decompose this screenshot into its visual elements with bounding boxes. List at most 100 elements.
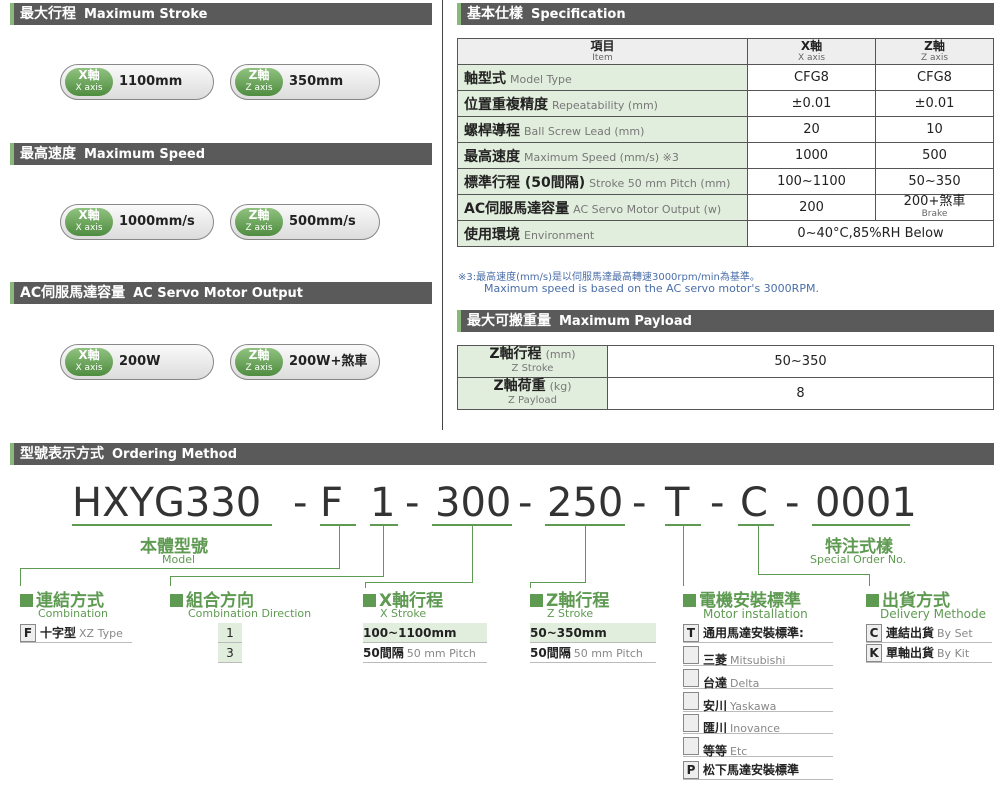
x-value: ±0.01 [747, 90, 876, 117]
option-cn: 匯川 [703, 721, 728, 735]
bullet-icon [20, 594, 33, 607]
row-item: Z軸行程 (mm) Z Stroke [457, 345, 608, 378]
code-dash: - [293, 480, 308, 526]
code-xstroke: 300 [435, 480, 512, 526]
row-item: 使用環境 Environment [457, 220, 748, 247]
item-en: Environment [524, 228, 595, 242]
row-item: Z軸荷重 (kg) Z Payload [457, 377, 608, 410]
code-comb: F [320, 480, 344, 526]
item-en: AC Servo Motor Output (w) [573, 202, 722, 216]
connector [365, 582, 473, 583]
badge-cn: Z軸 [248, 348, 270, 362]
item-en: Repeatability (mm) [552, 98, 658, 112]
option-cn: 100~1100mm [363, 626, 457, 640]
badge-cn: Z軸 [248, 68, 270, 82]
option-key [683, 646, 699, 664]
code-zstroke: 250 [547, 480, 624, 526]
x-value: 200 [747, 194, 876, 221]
option-key [683, 692, 699, 710]
table-row: Z軸荷重 (kg) Z Payload 8 [457, 377, 994, 410]
option-en: Yaskawa [730, 700, 777, 713]
z-value: 200+煞車 Brake [875, 193, 994, 221]
badge-en: X axis [75, 83, 103, 93]
badge-cn: Z軸 [248, 208, 270, 222]
col-en: Z axis [920, 52, 949, 63]
mi-option: P 松下馬達安裝標準 [683, 760, 833, 780]
x-speed-value: 1000mm/s [119, 214, 195, 229]
badge-en: X axis [75, 363, 103, 373]
spec-note-en: Maximum speed is based on the AC servo m… [484, 282, 819, 295]
header-en: Maximum Stroke [84, 7, 208, 22]
x-axis-badge: X軸 X axis [65, 348, 113, 376]
option-en: Etc [730, 745, 748, 758]
item-en: Maximum Speed (mm/s) ※3 [524, 150, 679, 164]
dir-option: 3 [218, 643, 242, 663]
col-x: X軸 X axis [747, 38, 876, 65]
connector [530, 582, 586, 583]
connector [758, 526, 759, 574]
section-header-payload: 最大可搬重量 Maximum Payload [457, 310, 994, 332]
connector [683, 526, 684, 586]
option-en: Inovance [730, 722, 780, 735]
connector [20, 568, 340, 569]
item-cn: 位置重複精度 [464, 96, 548, 113]
table-row: 最高速度 Maximum Speed (mm/s) ※3 1000 500 [457, 142, 994, 169]
table-row: 軸型式 Model Type CFG8 CFG8 [457, 64, 994, 91]
underline [72, 524, 272, 526]
option-en: By Set [937, 627, 973, 640]
option-key [683, 714, 699, 732]
header-cn: 最大可搬重量 [467, 313, 551, 329]
table-row: 螺桿導程 Ball Screw Lead (mm) 20 10 [457, 116, 994, 143]
section-header-spec: 基本仕樣 Specification [457, 3, 994, 25]
header-cn: 型號表示方式 [20, 446, 104, 462]
x-axis-badge: X軸 X axis [65, 208, 113, 236]
z-speed-value: 500mm/s [289, 214, 356, 229]
option-en: XZ Type [79, 627, 123, 640]
zs-option: 50間隔 50 mm Pitch [530, 643, 656, 663]
item-en: Model Type [510, 72, 572, 86]
divider [442, 0, 443, 430]
col-z: Z軸 Z axis [875, 38, 994, 65]
x-motor-pill: X軸 X axis 200W [60, 344, 214, 380]
item-en: Z Stroke [511, 363, 554, 374]
option-en: 50 mm Pitch [406, 647, 476, 660]
z-value: 10 [875, 116, 994, 143]
header-cn: 基本仕樣 [467, 6, 523, 22]
item-cn: 使用環境 [464, 226, 520, 243]
option-key: C [866, 624, 882, 642]
section-header-speed: 最高速度 Maximum Speed [10, 143, 432, 165]
code-special: 0001 [815, 480, 917, 526]
section-header-motor: AC伺服馬達容量 AC Servo Motor Output [10, 282, 432, 304]
both-value: 0~40°C,85%RH Below [747, 220, 994, 247]
table-row: 位置重複精度 Repeatability (mm) ±0.01 ±0.01 [457, 90, 994, 117]
col-en: X axis [797, 52, 826, 63]
badge-en: Z axis [245, 363, 273, 373]
z-stroke-pill: Z軸 Z axis 350mm [230, 64, 380, 100]
dl-option: C 連結出貨 By Set [866, 623, 992, 643]
z-motor-pill: Z軸 Z axis 200W+煞車 [230, 344, 380, 380]
option-key: K [866, 644, 882, 662]
option-en: By Kit [937, 647, 970, 660]
zs-option: 50~350mm [530, 623, 656, 643]
x-motor-value: 200W [119, 354, 161, 369]
option-cn: 50間隔 [363, 646, 404, 660]
code-dash: - [710, 480, 725, 526]
x-value: 100~1100 [747, 168, 876, 195]
item-cn: 軸型式 [464, 70, 506, 87]
bullet-icon [530, 594, 543, 607]
z-value-main: 200+煞車 [903, 193, 966, 209]
connector [170, 576, 384, 577]
row-item: 軸型式 Model Type [457, 64, 748, 91]
option-cn: 連結出貨 [886, 626, 935, 640]
badge-en: Z axis [245, 223, 273, 233]
z-value-sub: Brake [921, 208, 948, 219]
payload-value: 8 [607, 377, 994, 410]
z-motor-value: 200W+煞車 [289, 354, 368, 369]
item-cn: 最高速度 [464, 148, 520, 165]
option-key: T [683, 624, 699, 642]
row-item: 螺桿導程 Ball Screw Lead (mm) [457, 116, 748, 143]
code-dash: - [405, 480, 420, 526]
comb-sub: Combination [38, 607, 108, 620]
mi-sub: Motor installation [703, 607, 808, 621]
underline [738, 524, 774, 526]
